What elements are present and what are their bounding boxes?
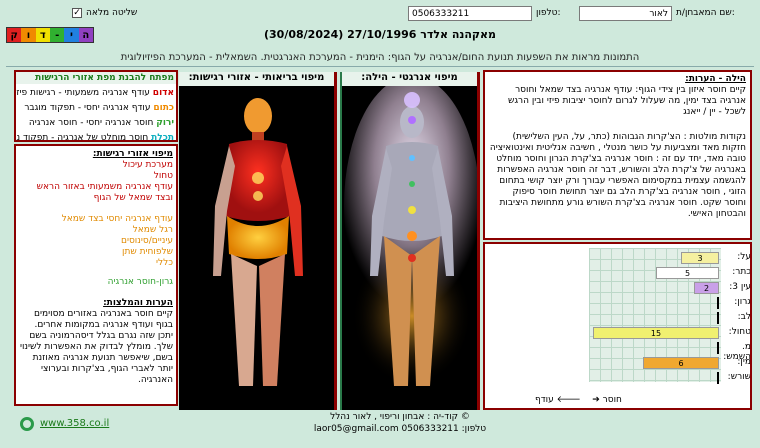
legend-text: חוסר מוחלט של אנרגיה - תפקוד נמוך — [14, 133, 149, 142]
footer-phone: טלפון: 0506333211 laor05@gmail.com — [313, 424, 487, 434]
red-item: מערכת עיכול — [122, 160, 173, 170]
chakra-label: גרון: — [734, 297, 751, 307]
page-title: מאקהנה אלדר 27/10/1996 (30/08/2024) — [264, 28, 496, 41]
legend-text: חוסר אנרגיה יחסי - חוסר אנרגיה — [28, 118, 154, 128]
legend-text: עודף אנרגיה משמעותי - רגישות פיזית — [14, 88, 150, 98]
arrow-right-icon: ➔ — [592, 395, 600, 405]
red-item: טחול — [153, 171, 173, 181]
physical-body-figure — [213, 98, 303, 386]
notes-title: הערות והמלצות: — [103, 298, 173, 308]
chakra-bar: 15 — [593, 327, 719, 339]
legend-row: כתום עודף אנרגיה יחסי - תפקוד מוגבר — [18, 101, 174, 116]
phone-input[interactable] — [408, 6, 532, 21]
examinee-label: שם המאבחן/ת: — [676, 8, 735, 18]
chakra-chart-panel: על: 3 כתר: 5 עין 3: 2 גרון: לב: טחול: 15 מ. השמש: מ… — [483, 242, 752, 410]
orange-item: כללי — [155, 258, 173, 268]
legend-row: תכלת חוסר מוחלט של אנרגיה - תפקוד נמוך — [16, 131, 174, 142]
legend-text: עודף אנרגיה יחסי - תפקוד מוגבר — [24, 103, 151, 113]
chakra-label: טחול: — [728, 327, 751, 337]
chakra-bar: 5 — [656, 267, 719, 279]
axis-legend: חוסר ➔ 🡐 עודף — [535, 394, 622, 405]
arrow-left-icon: 🡐 — [556, 395, 581, 405]
legend-color-name: ירוק — [156, 118, 174, 128]
footer-copyright: © קוד-יה : אבחון וריפוי , לאור נהלל — [330, 412, 470, 422]
red-item: ובצד שמאל של הגוף — [93, 193, 173, 203]
chakra-empty-marker — [717, 297, 719, 309]
deficit-label: חוסר — [602, 395, 622, 405]
chakra-label: לב: — [737, 312, 751, 322]
chakra-label: שורש: — [727, 372, 751, 382]
energy-body-figure — [344, 86, 477, 386]
chakra-label: כתר: — [732, 267, 751, 277]
legend-title: מפתח להבנת מפת אזורי הרגישות — [16, 72, 176, 84]
chakra-empty-marker — [717, 312, 719, 324]
legend-row: אדום עודף אנרגיה משמעותי - רגישות פיזית — [16, 86, 174, 101]
chakra-label: על: — [737, 252, 751, 262]
phone-label: טלפון: — [536, 8, 561, 18]
legend-color-name: כתום — [153, 103, 174, 113]
excess-label: עודף — [535, 395, 554, 405]
aura-paragraph: קיים חוסר איזון בין צידי הגוף: עודף אנרג… — [507, 85, 746, 117]
notes-text: קיים חוסר באנרגיה באזורים מסוימים בגוף ו… — [19, 309, 173, 385]
chakra-bar: 6 — [643, 357, 719, 369]
orange-item: רגל שמאל — [132, 225, 173, 235]
chakra-bar: 2 — [694, 282, 719, 294]
orange-item: עיניים/סינוסים — [120, 236, 173, 246]
chakra-empty-marker — [717, 342, 719, 354]
chakra-empty-marker — [717, 372, 719, 384]
energy-map-image: מיפוי אנרגטי - הילה: — [340, 72, 480, 410]
website-link[interactable]: www.358.co.il — [40, 418, 109, 429]
chakra-bar: 3 — [681, 252, 719, 264]
aura-notes-panel: הילה - הערות: קיים חוסר איזון בין צידי ה… — [483, 70, 752, 240]
legend-color-name: תכלת — [151, 133, 174, 142]
website-logo-icon — [20, 417, 34, 431]
page-subtitle: התמונות מראות את השפעות תנועת החום/אנרגי… — [6, 52, 754, 67]
legend-color-name: אדום — [152, 88, 174, 98]
full-control-label: שליטה מלאה — [86, 8, 138, 18]
chakra-label: מין: — [737, 357, 751, 367]
sensitivity-panel: מיפוי אזורי רגישות: מערכת עיכול טחול עוד… — [14, 144, 178, 406]
sensitivity-title: מיפוי אזורי רגישות: — [92, 149, 173, 159]
energy-map-title: מיפוי אנרגטי - הילה: — [342, 72, 477, 86]
aura-paragraph: נקודות מולטות : הצ'קרות הגבוהות (כתר, על… — [489, 132, 746, 219]
orange-item: עודף אנרגיה יחסי בצד שמאל — [61, 214, 173, 224]
aura-notes-title: הילה - הערות: — [685, 74, 746, 84]
examinee-name-input[interactable] — [579, 6, 672, 21]
green-item: גרון-חוסר אנרגיה — [107, 277, 173, 287]
chakra-label: עין 3: — [729, 282, 751, 292]
legend-row: ירוק חוסר אנרגיה יחסי - חוסר אנרגיה — [18, 116, 174, 131]
orange-item: שלפוחית שתן — [122, 247, 173, 257]
physical-map-title: מיפוי בריאותי - אזורי רגישות: — [179, 72, 334, 86]
full-control-checkbox[interactable]: ✓ — [72, 8, 82, 18]
red-item: עודף אנרגיה משמעותי באזור הראש — [36, 182, 173, 192]
physical-map-image: מיפוי בריאותי - אזורי רגישות: — [179, 72, 337, 410]
legend-panel: מפתח להבנת מפת אזורי הרגישות אדום עודף א… — [14, 70, 178, 142]
